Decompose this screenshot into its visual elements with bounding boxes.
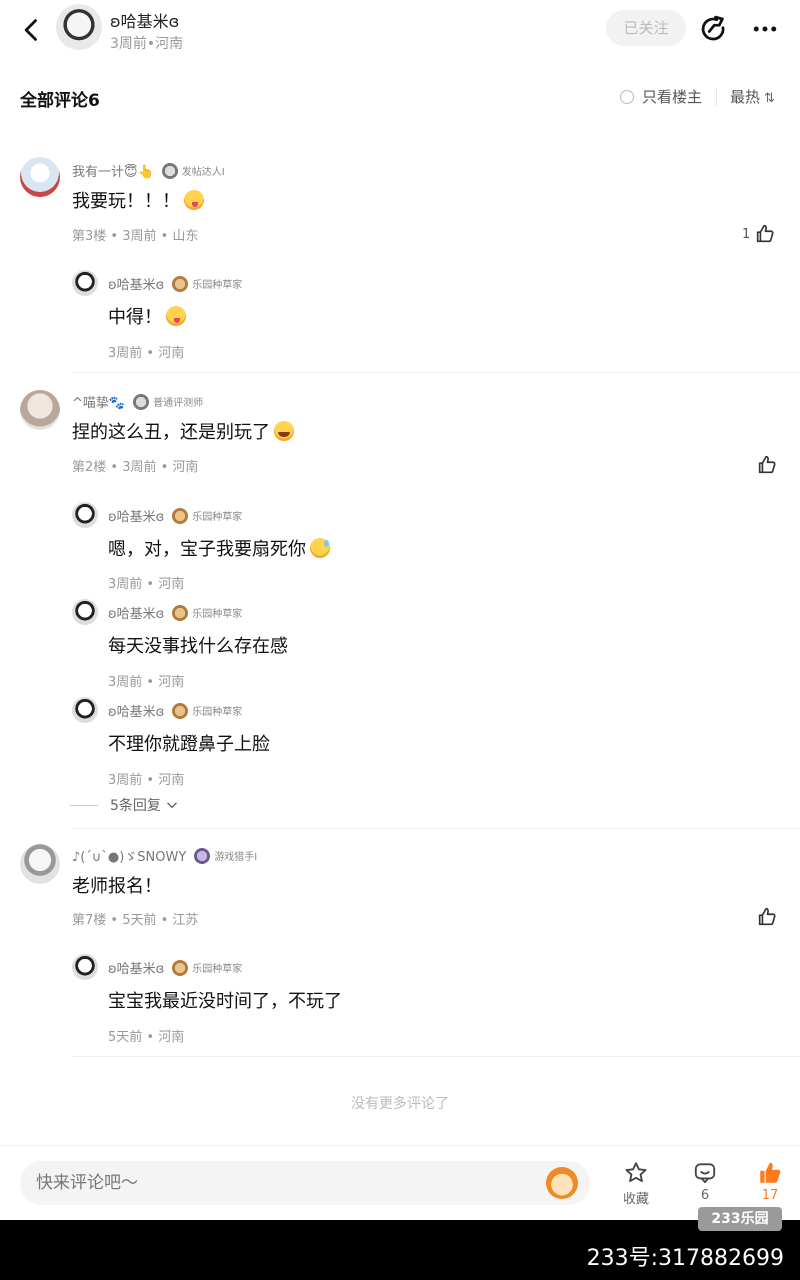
like-button[interactable]	[752, 453, 778, 477]
top-bar: ʚ哈基米ɞ 3周前•河南 已关注	[0, 0, 800, 60]
divider	[72, 828, 800, 829]
author-avatar[interactable]	[56, 4, 102, 50]
follow-button[interactable]: 已关注	[606, 10, 686, 46]
comment-text: 我要玩！！！	[72, 187, 204, 213]
author-name[interactable]: ʚ哈基米ɞ	[110, 8, 179, 32]
user-badge: 乐园种草家	[172, 959, 242, 976]
reply-avatar[interactable]	[72, 502, 98, 528]
like-count: 17	[761, 1188, 779, 1203]
sort-button[interactable]: 最热 ⇅	[730, 86, 775, 107]
reply-username[interactable]: ʚ哈基米ɞ 乐园种草家	[108, 506, 242, 525]
avatar[interactable]	[20, 390, 60, 430]
comment-text: 捏的这么丑，还是别玩了	[72, 418, 294, 444]
emoji-picker-icon[interactable]	[546, 1167, 578, 1199]
comment-text: 老师报名！	[72, 876, 162, 897]
divider	[72, 1056, 800, 1057]
reply-meta: 3周前 • 河南	[108, 346, 185, 361]
replies-count-label: 5条回复	[110, 798, 161, 814]
badge-icon	[172, 507, 189, 524]
tongue-emoji-icon	[184, 190, 204, 210]
thumbs-up-icon	[757, 224, 774, 243]
user-badge: 游戏猎手I	[194, 847, 257, 864]
post-comments-page: ʚ哈基米ɞ 3周前•河南 已关注 全部评论6 只看楼主 最热 ⇅ 我有一计😇👆 发…	[0, 0, 800, 1280]
reply-text: 每天没事找什么存在感	[108, 636, 288, 657]
comment-meta: 第2楼 • 3周前 • 河南	[72, 460, 199, 475]
comment-count: 6	[700, 1188, 710, 1203]
badge-icon	[172, 702, 189, 719]
like-count: 1	[742, 226, 751, 242]
radio-icon	[620, 89, 634, 104]
user-badge: 发帖达人I	[161, 162, 225, 179]
comment-username[interactable]: ♪(´∪`●)ゞSNOWY 游戏猎手I	[72, 846, 257, 865]
star-icon	[625, 1162, 647, 1183]
reply-username[interactable]: ʚ哈基米ɞ 乐园种草家	[108, 701, 242, 720]
rofl-emoji-icon	[274, 421, 294, 441]
comment-button[interactable]: 6	[675, 1160, 735, 1203]
badge-icon	[161, 162, 178, 179]
app-logo: 233乐园	[698, 1207, 782, 1231]
sort-icon: ⇅	[764, 91, 775, 106]
reply-avatar[interactable]	[72, 599, 98, 625]
badge-icon	[172, 604, 189, 621]
comment-meta: 第7楼 • 5天前 • 江苏	[72, 913, 199, 928]
reply-username[interactable]: ʚ哈基米ɞ 乐园种草家	[108, 603, 242, 622]
favorite-label: 收藏	[622, 1192, 649, 1207]
like-button[interactable]: 1	[742, 222, 776, 246]
no-more-comments: 没有更多评论了	[351, 1096, 449, 1112]
bottom-bar: 快来评论吧～ 收藏 6 17	[0, 1145, 800, 1220]
like-button[interactable]	[752, 905, 778, 929]
chevron-down-icon	[167, 802, 177, 809]
user-badge: 乐园种草家	[172, 275, 242, 292]
reply-meta: 5天前 • 河南	[108, 1030, 185, 1045]
reply-text: 宝宝我最近没时间了，不玩了	[108, 991, 342, 1012]
reply-avatar[interactable]	[72, 697, 98, 723]
comment-input[interactable]: 快来评论吧～	[20, 1161, 590, 1205]
sweat-smile-emoji-icon	[310, 538, 330, 558]
thumbs-up-icon	[758, 907, 776, 926]
share-icon[interactable]	[698, 14, 728, 44]
badge-icon	[194, 847, 211, 864]
avatar[interactable]	[20, 157, 60, 197]
reply-username[interactable]: ʚ哈基米ɞ 乐园种草家	[108, 958, 242, 977]
comment-username[interactable]: 我有一计😇👆 发帖达人I	[72, 161, 225, 180]
comment-username[interactable]: ^喵挚🐾 普通评测师	[72, 392, 203, 411]
tongue-emoji-icon	[166, 306, 186, 326]
badge-icon	[172, 275, 189, 292]
divider	[70, 804, 98, 806]
reply-meta: 3周前 • 河南	[108, 773, 185, 788]
watermark-id: 233号:317882699	[586, 1246, 784, 1271]
favorite-button[interactable]: 收藏	[606, 1160, 666, 1207]
reply-username[interactable]: ʚ哈基米ɞ 乐园种草家	[108, 274, 242, 293]
reply-avatar[interactable]	[72, 954, 98, 980]
avatar[interactable]	[20, 844, 60, 884]
user-badge: 乐园种草家	[172, 702, 242, 719]
only-owner-toggle[interactable]: 只看楼主	[620, 86, 702, 107]
divider	[72, 372, 800, 373]
user-badge: 乐园种草家	[172, 604, 242, 621]
comment-input-placeholder: 快来评论吧～	[36, 1173, 138, 1193]
reply-text: 中得！	[108, 303, 186, 329]
badge-icon	[133, 393, 150, 410]
like-post-button[interactable]: 17	[740, 1160, 800, 1203]
expand-replies-button[interactable]: 5条回复	[70, 795, 179, 815]
reply-text: 不理你就蹬鼻子上脸	[108, 734, 270, 755]
more-icon[interactable]	[750, 14, 780, 44]
comment-icon	[694, 1163, 716, 1184]
reply-meta: 3周前 • 河南	[108, 577, 185, 592]
badge-icon	[172, 959, 189, 976]
reply-avatar[interactable]	[72, 270, 98, 296]
user-badge: 乐园种草家	[172, 507, 242, 524]
sort-label: 最热	[730, 88, 761, 106]
thumbs-up-icon	[758, 455, 776, 474]
divider	[716, 88, 717, 106]
back-icon[interactable]	[18, 14, 46, 46]
user-badge: 普通评测师	[133, 393, 203, 410]
comment-meta: 第3楼 • 3周前 • 山东	[72, 229, 199, 244]
reply-meta: 3周前 • 河南	[108, 675, 185, 690]
thumbs-up-filled-icon	[760, 1162, 781, 1183]
comments-title: 全部评论6	[20, 91, 100, 111]
only-owner-label: 只看楼主	[642, 88, 703, 106]
author-meta: 3周前•河南	[110, 36, 184, 52]
reply-text: 嗯，对，宝子我要扇死你	[108, 535, 330, 561]
